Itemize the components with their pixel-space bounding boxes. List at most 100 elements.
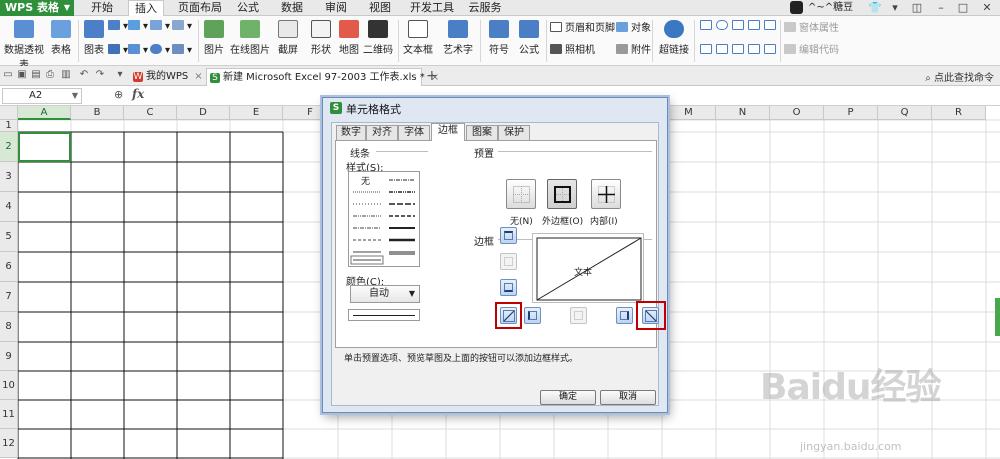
border-bottom-button[interactable] (500, 279, 517, 296)
row-header-6[interactable]: 6 (0, 252, 18, 282)
shirt-icon[interactable]: 👕 (868, 0, 882, 16)
tab-workbook[interactable]: S 新建 Microsoft Excel 97-2003 工作表.xls * × (206, 68, 439, 86)
row-header-1[interactable]: 1 (0, 120, 18, 132)
app-menu-button[interactable]: WPS 表格 ▼ (0, 0, 74, 16)
camera-button[interactable]: 照相机 (550, 44, 595, 58)
row-header-5[interactable]: 5 (0, 222, 18, 252)
toggle-control-icon[interactable] (764, 44, 779, 58)
redo-icon[interactable]: ↷ (94, 69, 106, 81)
border-middle-vertical-button[interactable] (570, 307, 587, 324)
tab-insert[interactable]: 插入 (128, 0, 164, 17)
tab-font[interactable]: 字体 (398, 125, 430, 140)
row-header-2[interactable]: 2 (0, 132, 18, 162)
tab-review[interactable]: 审阅 (318, 0, 354, 16)
tab-border[interactable]: 边框 (431, 123, 465, 141)
scroll-control-icon[interactable] (716, 44, 731, 58)
map-button[interactable]: 地图 (338, 20, 360, 64)
preset-inside-button[interactable] (591, 179, 621, 209)
column-header-p[interactable]: P (824, 106, 878, 120)
tab-cloud[interactable]: 云服务 (462, 0, 508, 16)
spin-control-icon[interactable] (732, 44, 747, 58)
folder-icon[interactable]: ▭ (2, 69, 14, 81)
form-properties-button[interactable]: 窗体属性 (784, 22, 839, 36)
tab-view[interactable]: 视图 (362, 0, 398, 16)
column-header-r[interactable]: R (932, 106, 986, 120)
tab-number[interactable]: 数字 (336, 125, 366, 140)
column-header-e[interactable]: E (230, 106, 283, 120)
print-icon[interactable]: ⎙ (44, 69, 56, 81)
column-header-d[interactable]: D (177, 106, 230, 120)
attachment-button[interactable]: 附件 (616, 44, 651, 58)
zoom-icon[interactable]: ⊕ (114, 88, 123, 101)
combo-control-icon[interactable] (748, 20, 763, 34)
row-header-9[interactable]: 9 (0, 342, 18, 371)
row-header-7[interactable]: 7 (0, 282, 18, 312)
column-header-q[interactable]: Q (878, 106, 932, 120)
name-box[interactable]: A2 ▼ (2, 88, 82, 104)
star-chart-icon[interactable]: ▾ (172, 20, 192, 34)
tab-alignment[interactable]: 对齐 (366, 125, 398, 140)
avatar[interactable] (790, 1, 803, 14)
checkbox-control-icon[interactable] (700, 20, 715, 34)
dialog-title-bar[interactable]: S 单元格格式 (323, 98, 667, 118)
shapes-button[interactable]: 形状 (305, 20, 337, 64)
border-middle-horizontal-button[interactable] (500, 253, 517, 270)
textbox-button[interactable]: 文本框 (400, 20, 436, 64)
tab-home[interactable]: 开始 (84, 0, 120, 16)
row-header-3[interactable]: 3 (0, 162, 18, 192)
tab-data[interactable]: 数据 (274, 0, 310, 16)
table-button[interactable]: 表格 (48, 20, 74, 64)
column-chart-icon[interactable]: ▾ (108, 20, 128, 34)
column-header-b[interactable]: B (71, 106, 124, 120)
preset-none-button[interactable] (506, 179, 536, 209)
selected-cell[interactable] (18, 132, 71, 162)
row-header-4[interactable]: 4 (0, 192, 18, 222)
row-header-12[interactable]: 12 (0, 429, 18, 458)
tab-pattern[interactable]: 图案 (466, 125, 498, 140)
area-chart-icon[interactable]: ▾ (108, 44, 128, 58)
bar-chart-icon[interactable]: ▾ (128, 44, 148, 58)
line-style-swatches[interactable] (349, 172, 421, 268)
qrcode-button[interactable]: 二维码 (362, 20, 394, 64)
color-select[interactable]: 自动 ▼ (350, 285, 420, 303)
user-name[interactable]: ^~^糖豆 (808, 0, 853, 16)
minimize-icon[interactable]: – (930, 0, 952, 16)
column-header-o[interactable]: O (770, 106, 824, 120)
save-icon[interactable]: ▣ (16, 69, 28, 81)
export-pdf-icon[interactable]: ▤ (30, 69, 42, 81)
line-chart-icon[interactable]: ▾ (128, 20, 148, 34)
header-footer-button[interactable]: 页眉和页脚 (550, 22, 615, 36)
tab-developer[interactable]: 开发工具 (404, 0, 460, 16)
find-command[interactable]: ⌕ 点此查找命令 (925, 69, 994, 84)
row-header-8[interactable]: 8 (0, 312, 18, 342)
border-top-button[interactable] (500, 227, 517, 244)
chevron-down-icon[interactable]: ▼ (72, 89, 78, 103)
tab-my-wps[interactable]: W 我的WPS × (130, 68, 203, 86)
maximize-icon[interactable]: □ (952, 0, 974, 16)
list-control-icon[interactable] (700, 44, 715, 58)
chart-button[interactable]: 图表 (82, 20, 106, 64)
screenshot-button[interactable]: 截屏 (272, 20, 304, 64)
tab-page-layout[interactable]: 页面布局 (172, 0, 228, 16)
equation-button[interactable]: 公式 (516, 20, 542, 64)
restore-icon[interactable]: ◫ (906, 0, 928, 16)
column-header-m[interactable]: M (662, 106, 716, 120)
new-tab-button[interactable]: + (426, 68, 438, 84)
border-right-button[interactable] (616, 307, 633, 324)
edit-code-button[interactable]: 编辑代码 (784, 44, 839, 58)
row-header-11[interactable]: 11 (0, 400, 18, 429)
fx-icon[interactable]: fx (132, 87, 144, 101)
ok-button[interactable]: 确定 (540, 390, 596, 405)
pivot-table-button[interactable]: 数据透视表 (2, 20, 46, 71)
border-left-button[interactable] (524, 307, 541, 324)
line-style-list[interactable]: 无 (348, 171, 420, 267)
other-chart-icon[interactable]: ▾ (172, 44, 192, 58)
cancel-button[interactable]: 取消 (600, 390, 656, 405)
tab-protection[interactable]: 保护 (498, 125, 530, 140)
column-header-c[interactable]: C (124, 106, 177, 120)
online-picture-button[interactable]: 在线图片 (228, 20, 272, 64)
menu-icon[interactable]: ▾ (884, 0, 906, 16)
preset-outline-button[interactable] (547, 179, 577, 209)
wordart-button[interactable]: 艺术字 (440, 20, 476, 64)
row-header-10[interactable]: 10 (0, 371, 18, 400)
